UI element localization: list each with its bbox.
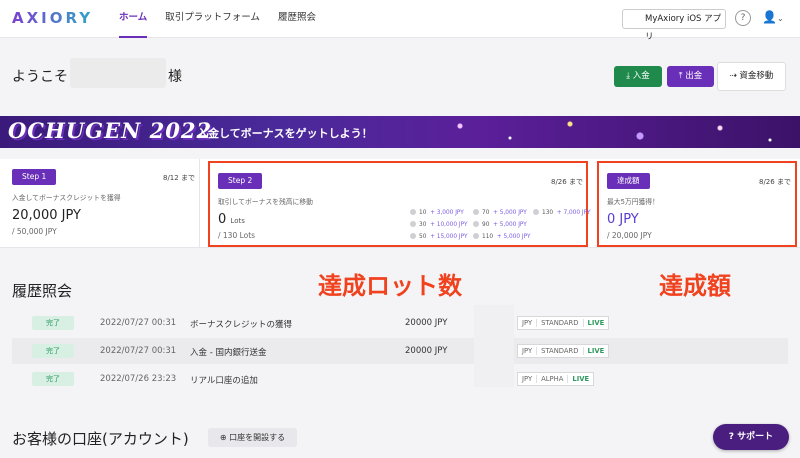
- account-tags: JPY STANDARD LIVE: [517, 316, 610, 330]
- milestone-item: 10 + 3,000 JPY: [410, 209, 464, 216]
- step2-deadline: 8/26 まで: [551, 178, 583, 186]
- row-date: 2022/07/26 23:23: [100, 374, 177, 384]
- row-description: ボーナスクレジットの獲得: [190, 320, 293, 330]
- chevron-down-icon: ⌄: [776, 14, 784, 23]
- milestone-dot: [473, 233, 479, 239]
- help-circle-icon: ?: [728, 432, 735, 442]
- status-badge: 完了: [32, 344, 74, 358]
- step2-badge: Step 2: [218, 173, 263, 189]
- ios-app-button[interactable]: MyAxiory iOS アプリ: [622, 9, 726, 42]
- achievement-desc: 最大5万円獲得！: [607, 198, 659, 206]
- table-row[interactable]: 完了 2022/07/27 00:31 ボーナスクレジットの獲得 20000 J…: [12, 310, 788, 336]
- deposit-label: 入金: [632, 71, 650, 81]
- plus-circle-icon: ⊕: [219, 433, 227, 442]
- achievement-badge: 達成額: [607, 173, 650, 189]
- amount-annotation-label: 達成額: [659, 272, 731, 300]
- step1-desc: 入金してボーナスクレジットを獲得: [12, 194, 121, 202]
- deposit-icon: ⤓: [626, 71, 631, 81]
- milestone-item: 50 + 15,000 JPY: [410, 233, 468, 240]
- withdraw-label: 出金: [685, 71, 703, 81]
- milestone-item: 110 + 5,000 JPY: [473, 233, 531, 240]
- withdraw-button[interactable]: ⤒ 出金: [667, 66, 714, 87]
- milestone-dot: [410, 221, 416, 227]
- welcome-message: ようこそ 様: [12, 58, 182, 88]
- step2-lots-value: 0: [218, 212, 227, 227]
- milestone-item: 90 + 5,000 JPY: [473, 221, 527, 228]
- withdraw-icon: ⤒: [678, 71, 683, 81]
- help-icon[interactable]: ?: [735, 10, 751, 26]
- transfer-label: 資金移動: [739, 71, 774, 81]
- status-badge: 完了: [32, 372, 74, 386]
- tab-trading-platform[interactable]: 取引プラットフォーム: [165, 0, 260, 38]
- milestone-dot: [473, 221, 479, 227]
- user-menu-button[interactable]: 👤⌄: [762, 10, 784, 24]
- step2-target: / 130 Lots: [218, 231, 256, 240]
- milestone-item: 70 + 5,000 JPY: [473, 209, 527, 216]
- row-description: リアル口座の追加: [190, 376, 258, 386]
- step2-card: Step 2 8/26 まで 取引してボーナスを残高に移動 0 Lots / 1…: [208, 161, 591, 247]
- promo-banner[interactable]: OCHUGEN 2022 入金してボーナスをゲットしよう！: [0, 116, 800, 148]
- account-tags: JPY STANDARD LIVE: [517, 344, 610, 358]
- welcome-suffix: 様: [168, 69, 182, 85]
- milestone-dot: [410, 233, 416, 239]
- user-icon: 👤: [762, 10, 777, 24]
- row-amount: 20000 JPY: [405, 346, 448, 356]
- step2-lots-unit: Lots: [230, 217, 245, 225]
- account-tags: JPY ALPHA LIVE: [517, 372, 595, 386]
- status-badge: 完了: [32, 316, 74, 330]
- lots-annotation-label: 達成ロット数: [318, 272, 462, 300]
- support-label: サポート: [737, 432, 774, 442]
- redacted-username: [70, 58, 166, 88]
- accounts-title: お客様の口座(アカウント): [12, 430, 189, 448]
- milestone-dot: [410, 209, 416, 215]
- open-account-button[interactable]: ⊕ 口座を開設する: [208, 428, 297, 447]
- table-row[interactable]: 完了 2022/07/26 23:23 リアル口座の追加 JPY ALPHA LIV…: [12, 366, 788, 392]
- tab-home[interactable]: ホーム: [119, 0, 148, 38]
- step2-value: 0 Lots: [218, 212, 245, 227]
- milestone-dot: [533, 209, 539, 215]
- milestone-item: 30 + 10,000 JPY: [410, 221, 468, 228]
- tab-history[interactable]: 履歴照会: [278, 0, 316, 38]
- main-nav: ホーム 取引プラットフォーム 履歴照会: [119, 0, 316, 38]
- step1-badge: Step 1: [12, 169, 57, 185]
- achievement-card: 達成額 8/26 まで 最大5万円獲得！ 0 JPY / 20,000 JPY: [597, 161, 797, 247]
- history-title: 履歴照会: [12, 282, 73, 300]
- top-bar: AXIORY ホーム 取引プラットフォーム 履歴照会 MyAxiory iOS …: [0, 0, 800, 42]
- milestone-dot: [473, 209, 479, 215]
- achievement-deadline: 8/26 まで: [759, 178, 791, 186]
- open-account-label: 口座を開設する: [229, 433, 286, 442]
- step1-card: Step 1 8/12 まで 入金してボーナスクレジットを獲得 20,000 J…: [0, 159, 200, 248]
- transfer-icon: ⇢: [729, 71, 737, 81]
- achievement-target: / 20,000 JPY: [607, 231, 652, 240]
- banner-text: 入金してボーナスをゲットしよう！: [197, 127, 373, 140]
- banner-title: OCHUGEN 2022: [8, 118, 213, 143]
- support-button[interactable]: ? サポート: [713, 424, 789, 450]
- row-description: 入金 - 国内銀行送金: [190, 348, 267, 358]
- row-date: 2022/07/27 00:31: [100, 318, 177, 328]
- ios-app-label: MyAxiory iOS アプリ: [645, 14, 722, 42]
- transfer-button[interactable]: ⇢ 資金移動: [717, 62, 786, 91]
- row-date: 2022/07/27 00:31: [100, 346, 177, 356]
- lots-milestones: 10 + 3,000 JPY 70 + 5,000 JPY 130 + 7,00…: [410, 209, 591, 245]
- welcome-prefix: ようこそ: [12, 69, 68, 85]
- step1-deadline: 8/12 まで: [163, 174, 195, 182]
- achievement-value: 0 JPY: [607, 212, 639, 227]
- step1-target: / 50,000 JPY: [12, 227, 57, 236]
- row-amount: 20000 JPY: [405, 318, 448, 328]
- table-row[interactable]: 完了 2022/07/27 00:31 入金 - 国内銀行送金 20000 JP…: [12, 338, 788, 364]
- step1-value: 20,000 JPY: [12, 208, 81, 223]
- milestone-item: 130 + 7,000 JPY: [533, 209, 591, 216]
- deposit-button[interactable]: ⤓ 入金: [614, 66, 662, 87]
- step2-desc: 取引してボーナスを残高に移動: [218, 198, 313, 206]
- axiory-logo[interactable]: AXIORY: [12, 9, 93, 27]
- campaign-cards: Step 1 8/12 まで 入金してボーナスクレジットを獲得 20,000 J…: [0, 159, 800, 248]
- redacted-account-numbers: [474, 305, 514, 387]
